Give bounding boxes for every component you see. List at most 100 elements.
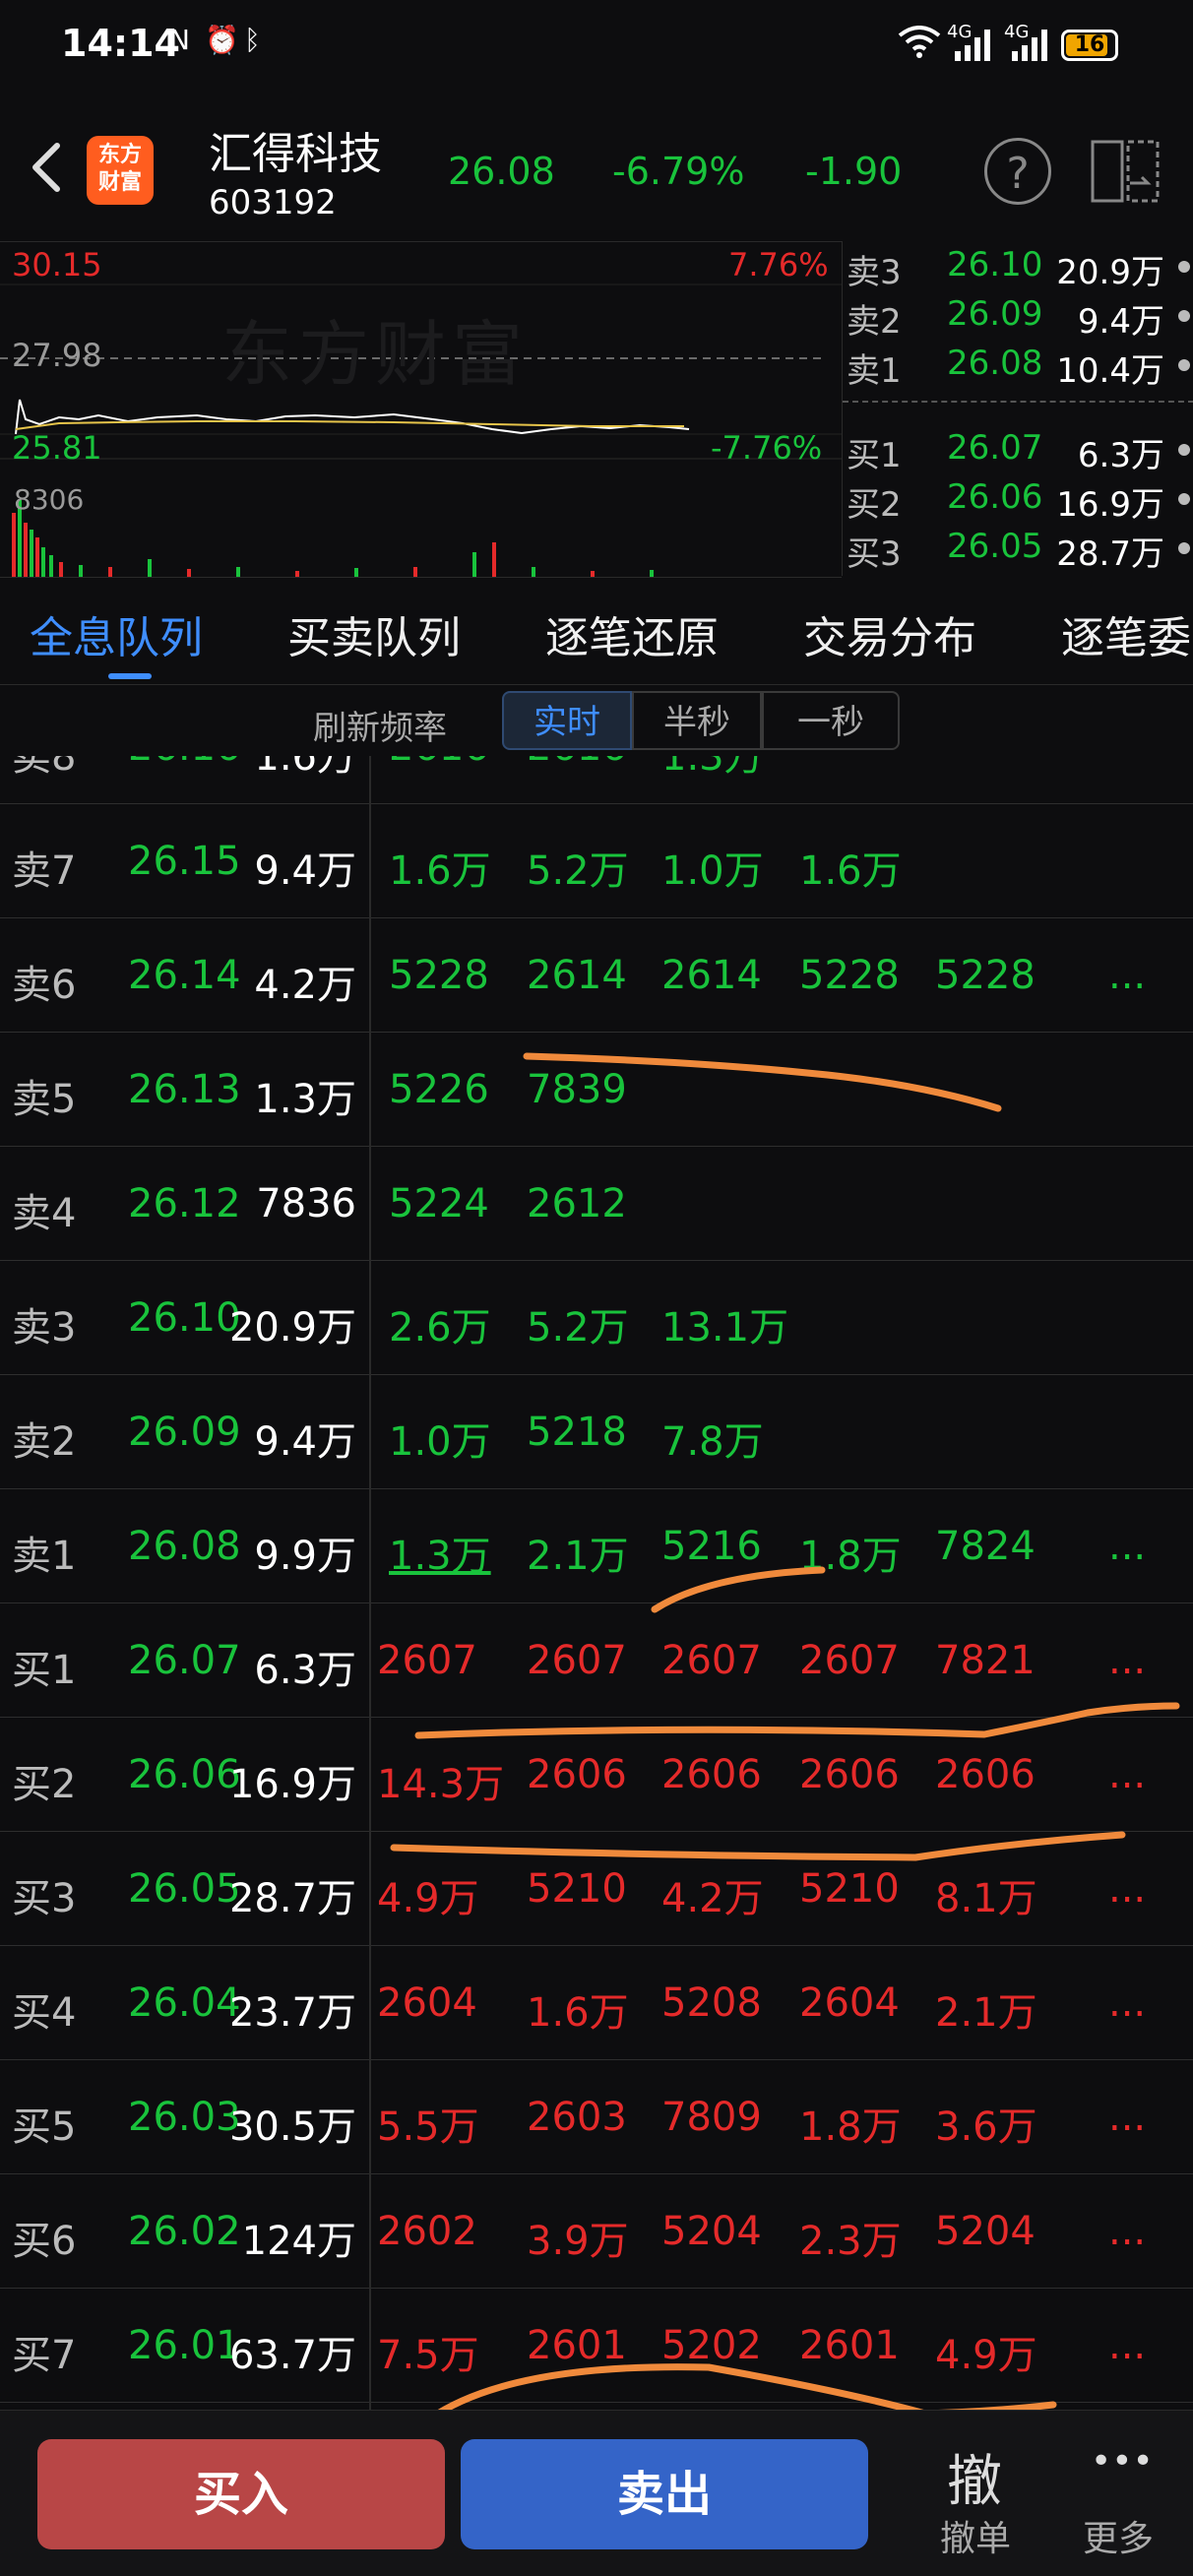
queue-order-cell[interactable]: 2614 (661, 953, 762, 998)
queue-table[interactable]: 卖826.161.6万261626161.3万卖726.159.4万1.6万5.… (0, 756, 1193, 2410)
refresh-realtime-button[interactable]: 实时 (502, 691, 632, 750)
queue-order-cell[interactable]: 5204 (661, 2209, 762, 2254)
order-book-panel[interactable]: 卖3 26.10 20.9万 卖2 26.09 9.4万 卖1 26.08 10… (842, 241, 1193, 576)
queue-order-cell[interactable]: 2616 (389, 756, 489, 770)
tab-trade-distribution[interactable]: 交易分布 (803, 602, 976, 665)
buy-button[interactable]: 买入 (37, 2439, 445, 2549)
queue-order-cell[interactable]: 5228 (389, 953, 489, 998)
queue-order-cell[interactable]: 1.0万 (661, 839, 764, 896)
queue-order-cell[interactable]: 7821 (935, 1638, 1036, 1683)
sell-queue-row[interactable]: 卖5 26.13 1.3万 5226 7839 (0, 1032, 1193, 1147)
queue-more-indicator[interactable]: ... (1108, 2209, 1146, 2254)
queue-order-cell[interactable]: 5228 (799, 953, 900, 998)
sell-queue-row[interactable]: 卖4 26.12 7836 5224 2612 (0, 1146, 1193, 1261)
queue-order-cell[interactable]: 2.1万 (935, 1980, 1037, 2038)
queue-order-cell[interactable]: 3.9万 (527, 2209, 629, 2266)
queue-more-indicator[interactable]: ... (1108, 1638, 1146, 1683)
tab-tick-orders[interactable]: 逐笔委 (1061, 602, 1191, 665)
queue-order-cell[interactable]: 1.6万 (799, 839, 902, 896)
queue-order-cell[interactable]: 2601 (527, 2323, 627, 2368)
sell-queue-row[interactable]: 卖3 26.10 20.9万 2.6万 5.2万 13.1万 (0, 1260, 1193, 1375)
queue-order-cell[interactable]: 2604 (377, 1980, 477, 2026)
refresh-one-second-button[interactable]: 一秒 (762, 691, 900, 750)
queue-order-cell[interactable]: 13.1万 (661, 1295, 788, 1352)
queue-order-cell[interactable]: 7839 (527, 1067, 627, 1112)
refresh-half-second-button[interactable]: 半秒 (632, 691, 762, 750)
sell-button[interactable]: 卖出 (461, 2439, 868, 2549)
queue-order-cell[interactable]: 4.9万 (377, 1866, 479, 1923)
queue-order-cell[interactable]: 5216 (661, 1524, 762, 1569)
buy-queue-row[interactable]: 买4 26.04 23.7万 2604 1.6万 5208 2604 2.1万... (0, 1945, 1193, 2060)
queue-order-cell[interactable]: 1.0万 (389, 1410, 491, 1467)
queue-order-cell[interactable]: 7.8万 (661, 1410, 764, 1467)
buy-queue-row[interactable]: 买2 26.06 16.9万 14.3万 2606 2606 2606 2606... (0, 1717, 1193, 1832)
queue-order-cell[interactable]: 2.1万 (527, 1524, 629, 1581)
queue-order-cell[interactable]: 7.5万 (377, 2323, 479, 2380)
queue-order-cell[interactable]: 2606 (661, 1752, 762, 1797)
queue-more-indicator[interactable]: ... (1108, 1524, 1146, 1569)
queue-order-cell[interactable]: 1.8万 (799, 2095, 902, 2152)
tab-tick-restore[interactable]: 逐笔还原 (545, 602, 719, 665)
queue-order-cell[interactable]: 1.6万 (389, 839, 491, 896)
back-button[interactable] (18, 138, 77, 197)
queue-order-cell[interactable]: 1.3万 (389, 1524, 491, 1581)
queue-order-cell[interactable]: 2.3万 (799, 2209, 902, 2266)
sell-queue-row[interactable]: 卖6 26.14 4.2万 5228 2614 2614 5228 5228... (0, 917, 1193, 1033)
sell-queue-row[interactable]: 卖7 26.15 9.4万 1.6万 5.2万 1.0万 1.6万 (0, 803, 1193, 918)
queue-order-cell[interactable]: 5210 (527, 1866, 627, 1912)
queue-order-cell[interactable]: 3.6万 (935, 2095, 1037, 2152)
buy-queue-row[interactable]: 买3 26.05 28.7万 4.9万 5210 4.2万 5210 8.1万... (0, 1831, 1193, 1946)
queue-order-cell[interactable]: 5226 (389, 1067, 489, 1112)
tab-buy-sell-queue[interactable]: 买卖队列 (287, 602, 461, 665)
buy-queue-row[interactable]: 买1 26.07 6.3万 2607 2607 2607 2607 7821... (0, 1602, 1193, 1718)
queue-order-cell[interactable]: 2606 (527, 1752, 627, 1797)
queue-order-cell[interactable]: 2616 (527, 756, 627, 770)
queue-order-cell[interactable]: 5208 (661, 1980, 762, 2026)
queue-order-cell[interactable]: 5.5万 (377, 2095, 479, 2152)
queue-order-cell[interactable]: 2607 (799, 1638, 900, 1683)
queue-order-cell[interactable]: 5204 (935, 2209, 1036, 2254)
queue-order-cell[interactable]: 5202 (661, 2323, 762, 2368)
queue-order-cell[interactable]: 14.3万 (377, 1752, 504, 1809)
queue-order-cell[interactable]: 2601 (799, 2323, 900, 2368)
queue-more-indicator[interactable]: ... (1108, 2323, 1146, 2368)
queue-order-cell[interactable]: 1.6万 (527, 1980, 629, 2038)
queue-order-cell[interactable]: 4.9万 (935, 2323, 1037, 2380)
queue-order-cell[interactable]: 5228 (935, 953, 1036, 998)
queue-order-cell[interactable]: 5210 (799, 1866, 900, 1912)
queue-order-cell[interactable]: 2602 (377, 2209, 477, 2254)
queue-order-cell[interactable]: 2607 (661, 1638, 762, 1683)
buy-queue-row[interactable]: 买6 26.02 124万 2602 3.9万 5204 2.3万 5204... (0, 2173, 1193, 2289)
queue-order-cell[interactable]: 2607 (377, 1638, 477, 1683)
queue-order-cell[interactable]: 2606 (935, 1752, 1036, 1797)
queue-order-cell[interactable]: 2607 (527, 1638, 627, 1683)
queue-order-cell[interactable]: 2603 (527, 2095, 627, 2140)
buy-queue-row[interactable]: 买7 26.01 63.7万 7.5万 2601 5202 2601 4.9万... (0, 2288, 1193, 2403)
queue-order-cell[interactable]: 5224 (389, 1181, 489, 1226)
cancel-order-button[interactable]: 撤 撤单 (925, 2431, 1034, 2569)
queue-order-cell[interactable]: 5.2万 (527, 1295, 629, 1352)
queue-order-cell[interactable]: 2612 (527, 1181, 627, 1226)
tab-full-queue[interactable]: 全息队列 (30, 602, 203, 665)
sell-queue-row[interactable]: 卖1 26.08 9.9万 1.3万 2.1万 5216 1.8万 7824... (0, 1488, 1193, 1603)
queue-more-indicator[interactable]: ... (1108, 1866, 1146, 1912)
layout-switch-button[interactable] (1089, 138, 1162, 205)
queue-order-cell[interactable]: 7824 (935, 1524, 1036, 1569)
sell-queue-row[interactable]: 卖8 26.16 1.6万 2616 2616 1.3万 (0, 756, 1193, 804)
queue-order-cell[interactable]: 1.8万 (799, 1524, 902, 1581)
queue-more-indicator[interactable]: ... (1108, 1980, 1146, 2026)
queue-more-indicator[interactable]: ... (1108, 953, 1146, 998)
queue-order-cell[interactable]: 5.2万 (527, 839, 629, 896)
sell-queue-row[interactable]: 卖2 26.09 9.4万 1.0万 5218 7.8万 (0, 1374, 1193, 1489)
queue-order-cell[interactable]: 2614 (527, 953, 627, 998)
queue-more-indicator[interactable]: ... (1108, 2095, 1146, 2140)
queue-order-cell[interactable]: 8.1万 (935, 1866, 1037, 1923)
queue-order-cell[interactable]: 7809 (661, 2095, 762, 2140)
buy-queue-row[interactable]: 买5 26.03 30.5万 5.5万 2603 7809 1.8万 3.6万... (0, 2059, 1193, 2174)
queue-order-cell[interactable]: 2606 (799, 1752, 900, 1797)
queue-order-cell[interactable]: 4.2万 (661, 1866, 764, 1923)
more-button[interactable]: ••• 更多 (1073, 2431, 1181, 2569)
queue-order-cell[interactable]: 2.6万 (389, 1295, 491, 1352)
help-button[interactable]: ? (984, 138, 1051, 205)
queue-order-cell[interactable]: 2604 (799, 1980, 900, 2026)
